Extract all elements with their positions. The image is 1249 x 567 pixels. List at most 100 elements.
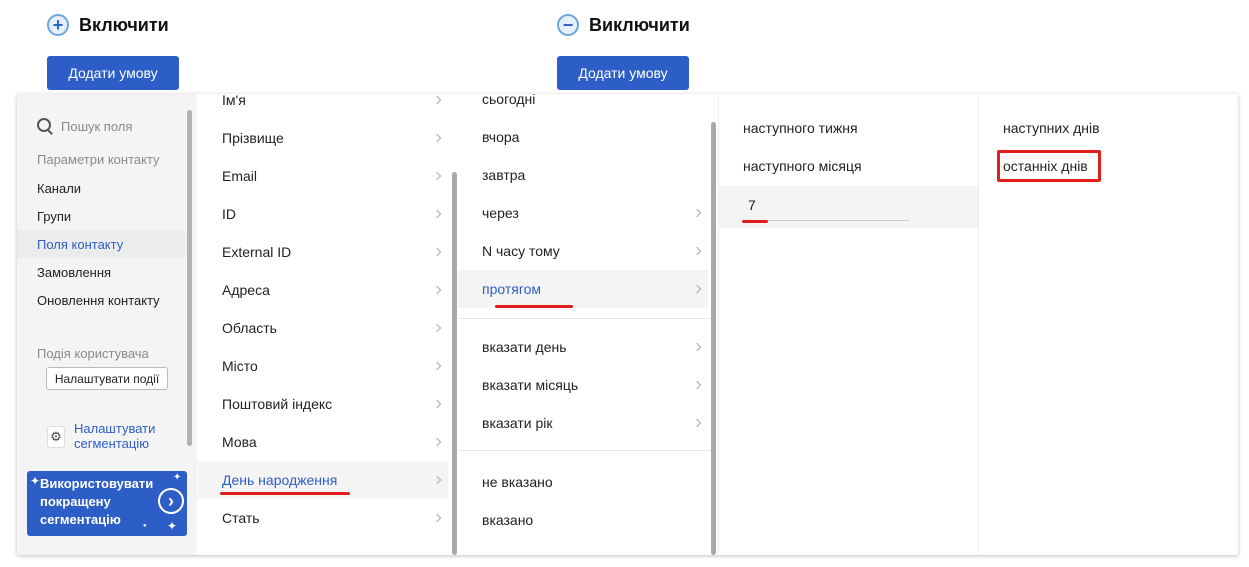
list-item-next-days[interactable]: наступних днів	[979, 109, 1229, 147]
annotation-underline	[495, 305, 573, 308]
sidebar-item-contact-updates[interactable]: Оновлення контакту	[37, 293, 160, 308]
list-item-yesterday[interactable]: вчора	[458, 118, 708, 156]
list-item-label: Адреса	[222, 282, 270, 298]
days-column: наступних днів останніх днів	[978, 94, 1238, 555]
promo-text: Використовувати покращену сегментацію	[40, 476, 154, 527]
list-item-label: не вказано	[482, 474, 553, 490]
list-item-address[interactable]: Адреса	[198, 271, 448, 309]
chevron-right-icon	[692, 246, 702, 256]
list-item-label: вчора	[482, 129, 520, 145]
list-item-label: Місто	[222, 358, 258, 374]
chevron-right-icon	[432, 171, 442, 181]
sparkle-icon: ✦	[167, 519, 178, 533]
chevron-right-icon	[432, 247, 442, 257]
list-item-next-month[interactable]: наступного місяця	[719, 147, 969, 185]
search-icon	[37, 118, 53, 134]
list-item-tomorrow[interactable]: завтра	[458, 156, 708, 194]
configure-events-button[interactable]: Налаштувати події	[46, 367, 168, 390]
list-item-n-time-ago[interactable]: N часу тому	[458, 232, 708, 270]
list-item-label: Область	[222, 320, 277, 336]
field-search[interactable]: Пошук поля	[37, 118, 132, 134]
annotation-highlight-box	[997, 150, 1101, 182]
list-item-specify-year[interactable]: вказати рік	[458, 404, 708, 442]
list-item-label: через	[482, 205, 519, 221]
plus-icon[interactable]: +	[47, 14, 69, 36]
sidebar-item-contact-fields[interactable]: Поля контакту	[37, 237, 123, 252]
list-item-label: наступного тижня	[743, 120, 858, 136]
user-event-label: Подія користувача	[37, 346, 149, 361]
list-item-specified[interactable]: вказано	[458, 501, 708, 539]
list-item-specify-month[interactable]: вказати місяць	[458, 366, 708, 404]
list-item-postal-code[interactable]: Поштовий індекс	[198, 385, 448, 423]
list-item-first-name[interactable]: Ім'я	[198, 94, 448, 119]
advanced-segmentation-promo[interactable]: Використовувати покращену сегментацію › …	[27, 471, 187, 536]
minus-icon[interactable]: −	[557, 14, 579, 36]
chevron-right-icon	[432, 323, 442, 333]
list-item-label: завтра	[482, 167, 526, 183]
sidebar: Пошук поля Параметри контакту Канали Гру…	[17, 94, 197, 555]
sidebar-item-channels[interactable]: Канали	[37, 181, 81, 196]
list-item-label: вказати рік	[482, 415, 553, 431]
chevron-right-icon	[432, 95, 442, 105]
divider	[458, 318, 714, 319]
exclude-segment: − Виключити Додати умову	[557, 14, 690, 90]
list-item-label: N часу тому	[482, 243, 560, 259]
list-item-label: Стать	[222, 510, 260, 526]
chevron-right-icon	[692, 418, 702, 428]
list-item-id[interactable]: ID	[198, 195, 448, 233]
annotation-underline	[220, 492, 350, 495]
list-item-region[interactable]: Область	[198, 309, 448, 347]
list-item-label: вказано	[482, 512, 534, 528]
days-number-input[interactable]: 7	[748, 197, 756, 213]
chevron-right-icon	[692, 380, 702, 390]
chevron-right-icon	[432, 475, 442, 485]
list-item-label: протягом	[482, 281, 542, 297]
list-item-label: вказати місяць	[482, 377, 579, 393]
list-item-specify-day[interactable]: вказати день	[458, 328, 708, 366]
list-item-next-week[interactable]: наступного тижня	[719, 109, 969, 147]
list-item-label: Поштовий індекс	[222, 396, 333, 412]
list-item-label: Ім'я	[222, 94, 246, 108]
list-item-gender[interactable]: Стать	[198, 499, 448, 537]
exclude-add-condition-button[interactable]: Додати умову	[557, 56, 689, 90]
sidebar-item-groups[interactable]: Групи	[37, 209, 71, 224]
contact-params-label: Параметри контакту	[37, 152, 160, 167]
chevron-right-icon	[432, 513, 442, 523]
list-item-last-name[interactable]: Прізвище	[198, 119, 448, 157]
list-item-label: наступних днів	[1003, 120, 1100, 136]
list-item-external-id[interactable]: External ID	[198, 233, 448, 271]
list-item-label: Мова	[222, 434, 257, 450]
search-placeholder: Пошук поля	[61, 118, 133, 134]
fields-column: Ім'я Прізвище Email ID External ID Адрес…	[198, 94, 458, 555]
sparkle-icon: ✦	[173, 472, 182, 483]
include-title-row: + Включити	[47, 14, 169, 36]
sparkle-icon: ●	[143, 523, 147, 529]
annotation-underline	[742, 220, 768, 223]
chevron-right-icon	[432, 209, 442, 219]
list-item-in[interactable]: через	[458, 194, 708, 232]
include-add-condition-button[interactable]: Додати умову	[47, 56, 179, 90]
list-item-label: сьогодні	[482, 94, 536, 107]
chevron-right-icon	[432, 437, 442, 447]
fields-scrollbar[interactable]	[452, 172, 457, 555]
list-item-language[interactable]: Мова	[198, 423, 448, 461]
list-item-not-specified[interactable]: не вказано	[458, 463, 708, 501]
sidebar-item-orders[interactable]: Замовлення	[37, 265, 111, 280]
sidebar-scrollbar[interactable]	[187, 110, 192, 446]
list-item-during[interactable]: протягом	[458, 270, 708, 308]
conditions-scrollbar[interactable]	[711, 122, 716, 555]
list-item-today[interactable]: сьогодні	[458, 94, 708, 118]
segmentation-screen: + Включити Додати умову − Виключити Дода…	[0, 0, 1249, 567]
period-column: наступного тижня наступного місяця 7	[718, 94, 978, 555]
condition-picker-panel: Пошук поля Параметри контакту Канали Гру…	[17, 94, 1238, 555]
chevron-right-icon[interactable]: ›	[158, 488, 184, 514]
list-item-city[interactable]: Місто	[198, 347, 448, 385]
configure-segmentation-link[interactable]: Налаштувати сегментацію	[74, 421, 155, 451]
chevron-right-icon	[692, 208, 702, 218]
list-item-label: Email	[222, 168, 258, 184]
gear-icon[interactable]: ⚙	[47, 426, 65, 448]
configure-segmentation-line2: сегментацію	[74, 436, 149, 451]
include-segment: + Включити Додати умову	[47, 14, 179, 90]
list-item-email[interactable]: Email	[198, 157, 448, 195]
chevron-right-icon	[432, 361, 442, 371]
